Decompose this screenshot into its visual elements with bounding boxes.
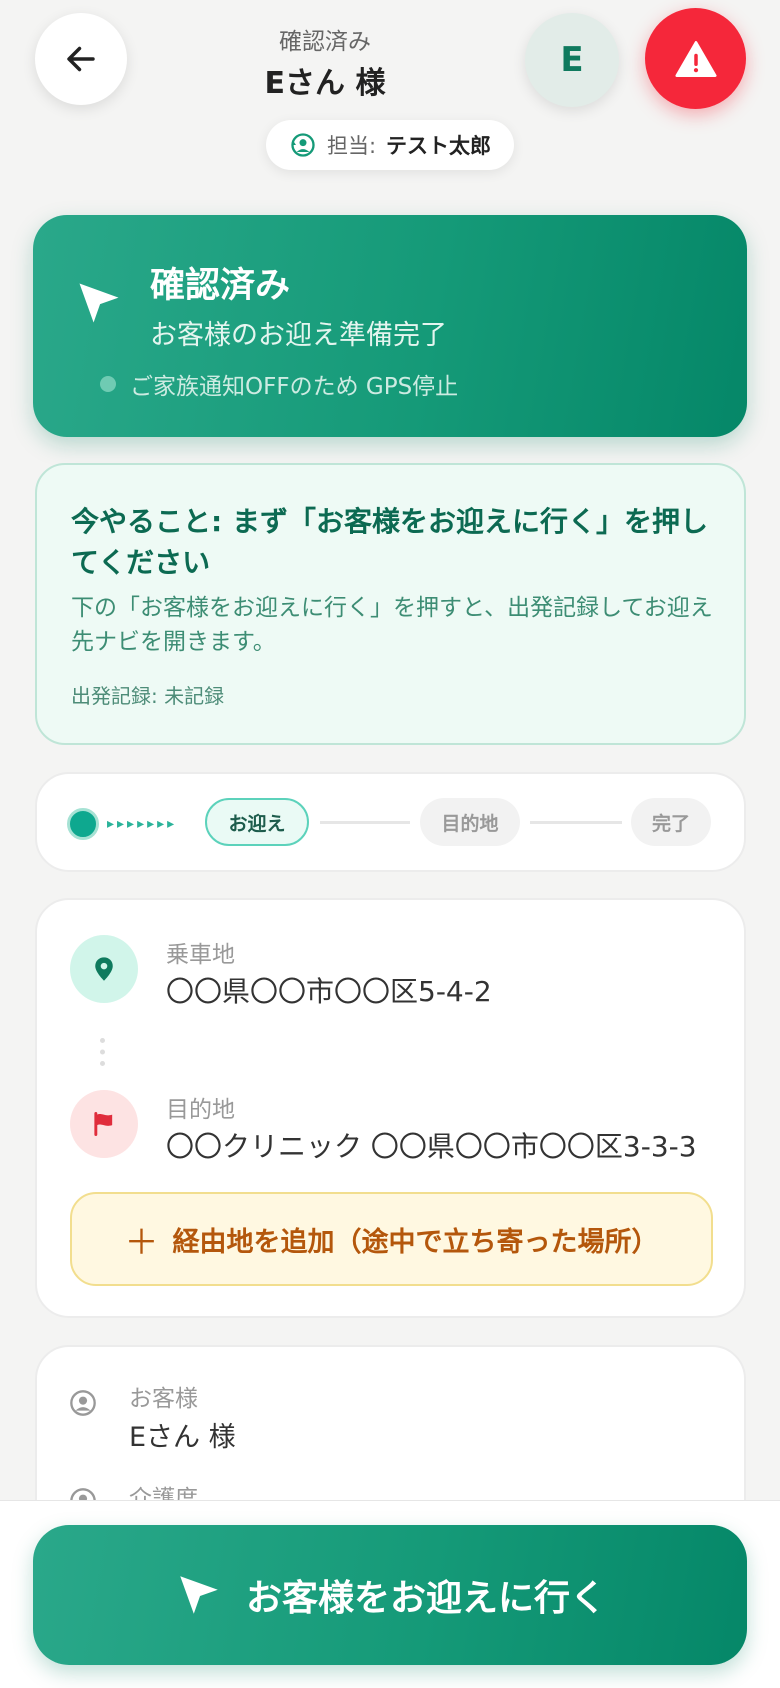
progress-start-dot [67,808,99,840]
status-title: 確認済み [150,266,291,306]
trip-progress: ▸▸▸▸▸▸▸ お迎え 目的地 完了 [35,772,746,872]
progress-line [530,821,622,824]
step-complete: 完了 [631,798,711,846]
pickup-label: 乗車地 [166,942,235,968]
route-connector [100,1038,106,1066]
assignee-label: 担当: [326,134,377,158]
navigation-arrow-icon [79,283,119,323]
pickup-address: 〇〇県〇〇市〇〇区5-4-2 [166,975,492,1008]
customer-name: Eさん 様 [129,1422,236,1453]
plus-icon: ＋ [124,1222,159,1263]
pickup-pin-icon [70,935,138,1003]
departure-record-status: 出発記録: 未記録 [71,684,225,708]
destination-label: 目的地 [166,1097,235,1123]
step-pickup: お迎え [205,798,309,846]
warning-icon [674,40,717,77]
avatar-initial: E [560,40,584,80]
back-button[interactable] [35,13,127,105]
driver-swap-icon [291,133,315,157]
next-action-guide: 今やること: まず「お客様をお迎えに行く」を押してください 下の「お客様をお迎え… [35,463,746,745]
step-destination: 目的地 [420,798,520,846]
status-description: お客様のお迎え準備完了 [150,320,447,351]
gps-status-note: ご家族通知OFFのため GPS停止 [100,367,458,401]
guide-title: 今やること: まず「お客様をお迎えに行く」を押してください [71,505,708,579]
alert-button[interactable] [645,8,746,109]
header-subtitle: 確認済み [279,29,371,55]
destination-flag-icon [70,1090,138,1158]
progress-line [320,821,410,824]
page-title: Eさん 様 [264,66,386,101]
go-pickup-button[interactable]: お客様をお迎えに行く [33,1525,747,1665]
avatar[interactable]: E [525,13,619,107]
bottom-action-bar: お客様をお迎えに行く [0,1500,780,1688]
route-card: 乗車地 〇〇県〇〇市〇〇区5-4-2 目的地 〇〇クリニック 〇〇県〇〇市〇〇区… [35,898,746,1318]
status-banner: 確認済み お客様のお迎え準備完了 ご家族通知OFFのため GPS停止 [33,215,747,437]
assignee-name: テスト太郎 [386,134,492,158]
person-icon [70,1390,96,1416]
progress-arrows-icon: ▸▸▸▸▸▸▸ [107,816,178,832]
navigation-arrow-icon [180,1576,218,1614]
go-pickup-label: お客様をお迎えに行く [245,1578,606,1619]
customer-label: お客様 [129,1386,198,1412]
status-dot-icon [100,376,116,392]
guide-body: 下の「お客様をお迎えに行く」を押すと、出発記録してお迎え先ナビを開きます。 [71,595,713,655]
arrow-left-icon [67,46,95,72]
gps-status-text: ご家族通知OFFのため GPS停止 [130,374,459,400]
add-stop-button[interactable]: ＋ 経由地を追加（途中で立ち寄った場所） [70,1192,713,1286]
add-stop-label: 経由地を追加（途中で立ち寄った場所） [172,1226,659,1258]
destination-address: 〇〇クリニック 〇〇県〇〇市〇〇区3-3-3 [166,1130,697,1163]
assignee-badge: 担当: テスト太郎 [266,120,514,170]
